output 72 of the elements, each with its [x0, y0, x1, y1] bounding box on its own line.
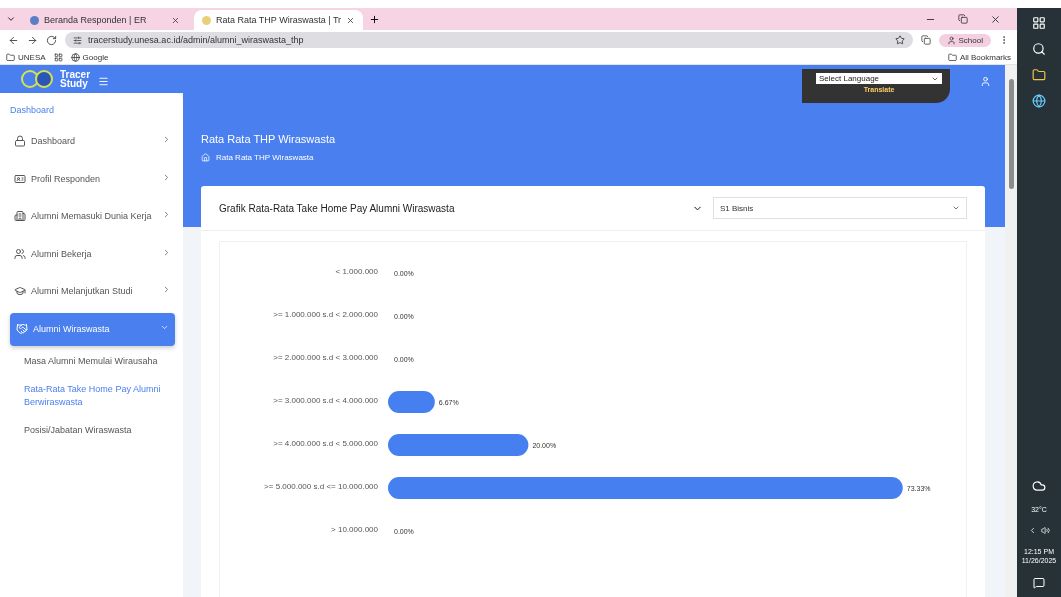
user-icon[interactable] — [980, 76, 991, 87]
chevron-right-icon — [162, 172, 171, 182]
people-icon — [14, 247, 26, 260]
sidebar-item[interactable]: Dashboard — [10, 125, 175, 159]
favicon-icon — [30, 15, 39, 25]
card-title: Grafik Rata-Rata Take Home Pay Alumni Wiraswasta — [219, 202, 456, 214]
profile-button[interactable]: School — [938, 33, 991, 47]
category-label: >= 4.000.000 s.d < 5.000.000 — [273, 439, 378, 448]
sidebar-subitem[interactable]: Posisi/Jabatan Wiraswasta — [10, 418, 175, 442]
category-label: >= 3.000.000 s.d < 4.000.000 — [273, 396, 378, 405]
all-bookmarks[interactable]: All Bookmarks — [947, 52, 1011, 62]
program-select[interactable]: S1 Bisnis — [713, 197, 967, 219]
scrollbar[interactable] — [1005, 65, 1017, 597]
globe-icon — [70, 52, 80, 62]
chevron-right-icon — [162, 135, 171, 144]
site-settings-icon — [73, 35, 82, 45]
browser-tab[interactable]: Beranda Responden | ER — [22, 10, 188, 30]
home-icon[interactable] — [201, 153, 210, 162]
sidebar-section-title: Dashboard — [10, 105, 56, 115]
chevron-right-icon — [162, 210, 171, 219]
reload-icon[interactable] — [46, 34, 57, 46]
forward-icon[interactable] — [27, 34, 38, 46]
star-icon[interactable] — [894, 35, 905, 45]
notification-icon[interactable] — [1033, 577, 1045, 589]
sidebar-item[interactable]: Alumni Bekerja — [10, 237, 175, 271]
sidebar-subitem[interactable]: Rata-Rata Take Home Pay Alumni Berwiraswasta — [10, 377, 175, 415]
logo-icon — [20, 69, 56, 89]
folder-icon[interactable] — [1032, 68, 1046, 82]
menu-icon[interactable] — [98, 76, 110, 87]
volume-icon[interactable] — [1041, 525, 1050, 535]
chevron-right-icon — [162, 247, 171, 257]
category-label: >= 5.000.000 s.d <= 10.000.000 — [264, 482, 378, 491]
breadcrumb[interactable]: Rata Rata THP Wiraswasta — [216, 153, 314, 162]
lock-icon — [14, 135, 26, 147]
folder-icon — [6, 52, 15, 62]
category-label: > 10.000.000 — [331, 525, 378, 534]
search-icon[interactable] — [1032, 42, 1046, 56]
handshake-icon — [16, 322, 28, 335]
category-label: >= 1.000.000 s.d < 2.000.000 — [273, 310, 378, 319]
browser-tab[interactable]: Rata Rata THP Wiraswasta | Tr — [194, 10, 364, 30]
page-title: Rata Rata THP Wiraswasta — [201, 133, 337, 145]
close-icon[interactable] — [171, 15, 180, 25]
building-icon — [14, 210, 26, 222]
back-icon[interactable] — [8, 34, 19, 46]
logo-text: Tracer Study — [60, 70, 91, 88]
sidebar-item[interactable]: Alumni Memasuki Dunia Kerja — [10, 200, 175, 234]
chevron-down-icon — [952, 204, 960, 212]
bookmark[interactable]: UNESA — [6, 52, 46, 62]
id-card-icon — [14, 172, 26, 185]
start-icon[interactable] — [1032, 16, 1046, 30]
language-select[interactable]: Select Language — [816, 73, 942, 84]
close-icon[interactable] — [346, 15, 356, 25]
person-icon — [946, 35, 956, 45]
sidebar-item[interactable]: Alumni Wiraswasta — [10, 312, 175, 346]
sidebar-item[interactable]: Alumni Melanjutkan Studi — [10, 275, 175, 309]
new-tab-icon[interactable] — [369, 13, 381, 25]
chevron-left-icon[interactable] — [1028, 525, 1037, 535]
category-label: < 1.000.000 — [335, 267, 378, 276]
folder-icon — [947, 52, 957, 62]
restore-icon[interactable] — [958, 13, 968, 24]
chevron-right-icon — [162, 285, 171, 294]
close-icon[interactable] — [990, 13, 1001, 25]
browser-icon[interactable] — [1032, 94, 1046, 108]
weather-icon — [1032, 478, 1046, 493]
graduation-cap-icon — [14, 285, 26, 297]
apps-icon[interactable] — [53, 52, 63, 62]
bookmark[interactable]: Google — [70, 52, 109, 62]
address-bar[interactable]: tracerstudy.unesa.ac.id/admin/alumni_wiraswasta_thp — [65, 32, 913, 48]
sidebar-item[interactable]: Profil Responden — [10, 162, 175, 196]
sidebar-subitem[interactable]: Masa Alumni Memulai Wirausaha — [10, 350, 175, 374]
category-label: >= 2.000.000 s.d < 3.000.000 — [273, 353, 378, 362]
favicon-icon — [202, 15, 211, 25]
